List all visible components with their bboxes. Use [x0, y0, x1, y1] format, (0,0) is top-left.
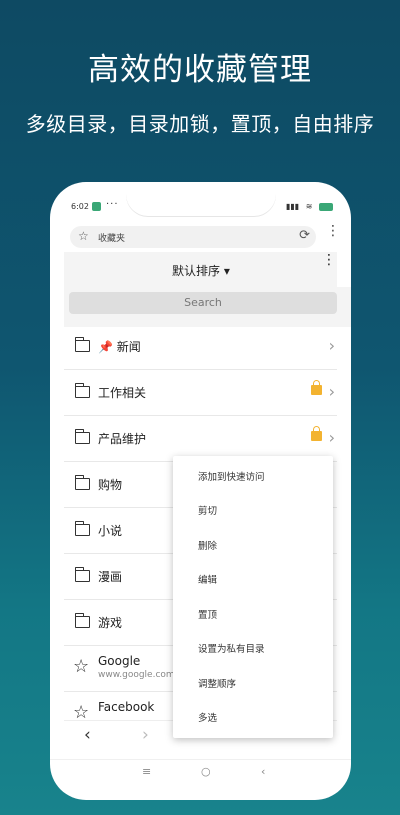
menu-icon[interactable]: ≡	[142, 765, 151, 778]
list-item-url: www.google.com	[98, 670, 175, 680]
list-item-label: 购物	[98, 478, 123, 492]
reload-icon[interactable]: ⟳	[299, 228, 310, 243]
menu-item-pin-top[interactable]: 置顶	[198, 607, 217, 621]
folder-icon	[74, 337, 90, 352]
folder-icon	[74, 475, 90, 490]
menu-item-edit[interactable]: 编辑	[198, 572, 217, 586]
list-item-label: Google	[98, 654, 141, 668]
more-menu-icon[interactable]: ⋮	[322, 253, 336, 267]
pin-icon: 📌	[98, 340, 113, 354]
folder-icon	[74, 383, 90, 398]
page-title: 收藏夹	[98, 234, 126, 244]
menu-item-reorder[interactable]: 调整顺序	[198, 676, 236, 690]
chevron-right-icon: ›	[328, 336, 335, 355]
system-nav-bar: ≡ ○ ‹	[50, 759, 351, 781]
sort-dropdown[interactable]: 默认排序 ▾	[172, 262, 230, 279]
list-item-label: 漫画	[98, 570, 123, 584]
list-item-label: 产品维护	[98, 432, 147, 446]
list-item-label: Facebook	[98, 700, 155, 714]
wifi-icon: ≋	[305, 202, 313, 211]
context-menu: 添加到快速访问 剪切 删除 编辑 置顶 设置为私有目录 调整顺序 多选	[173, 456, 333, 738]
menu-item-cut[interactable]: 剪切	[198, 503, 217, 517]
status-more-icon: ···	[106, 199, 119, 210]
menu-item-delete[interactable]: 删除	[198, 538, 217, 552]
back-button[interactable]: ‹	[84, 725, 91, 745]
promo-subtitle: 多级目录，目录加锁，置顶，自由排序	[25, 112, 375, 136]
list-item-label: 新闻	[116, 340, 141, 354]
menu-item-add-quick-access[interactable]: 添加到快速访问	[198, 469, 265, 483]
address-bar[interactable]: ☆ 收藏夹 ⟳	[70, 226, 316, 248]
list-item-label: 游戏	[98, 616, 123, 630]
bookmarks-header: 默认排序 ▾ ⋮	[64, 252, 337, 287]
status-icons: ▮▮▮ ≋	[282, 202, 333, 211]
lock-icon	[311, 380, 322, 395]
app-notification-icon	[92, 202, 101, 211]
signal-icon: ▮▮▮	[285, 202, 300, 211]
back-icon[interactable]: ‹	[261, 765, 265, 778]
chevron-right-icon: ›	[328, 382, 335, 401]
menu-item-set-private[interactable]: 设置为私有目录	[198, 641, 265, 655]
battery-icon	[319, 202, 333, 211]
folder-icon	[74, 429, 90, 444]
lock-icon	[311, 426, 322, 441]
list-item[interactable]: 📌 新闻 ›	[64, 324, 337, 370]
search-input[interactable]: Search	[69, 292, 337, 314]
forward-button[interactable]: ›	[142, 725, 149, 745]
browser-menu-icon[interactable]: ⋮	[326, 224, 340, 238]
home-icon[interactable]: ○	[201, 765, 211, 778]
folder-icon	[74, 613, 90, 628]
menu-item-multi-select[interactable]: 多选	[198, 710, 217, 724]
list-item-label: 工作相关	[98, 386, 147, 400]
star-icon[interactable]: ☆	[78, 229, 89, 243]
phone-frame: 6:02 ··· ▮▮▮ ≋ ☆ 收藏夹 ⟳ ⋮ 默认排序 ▾ ⋮ Search…	[50, 182, 351, 800]
folder-icon	[74, 567, 90, 582]
promo-title: 高效的收藏管理	[88, 52, 312, 88]
search-area: Search	[64, 287, 351, 327]
status-time: 6:02	[71, 202, 89, 211]
chevron-right-icon: ›	[328, 428, 335, 447]
folder-icon	[74, 521, 90, 536]
list-item-label: 小说	[98, 524, 123, 538]
status-bar: 6:02 ··· ▮▮▮ ≋	[71, 199, 333, 216]
list-item[interactable]: 工作相关 ›	[64, 370, 337, 416]
star-icon: ☆	[73, 656, 90, 677]
